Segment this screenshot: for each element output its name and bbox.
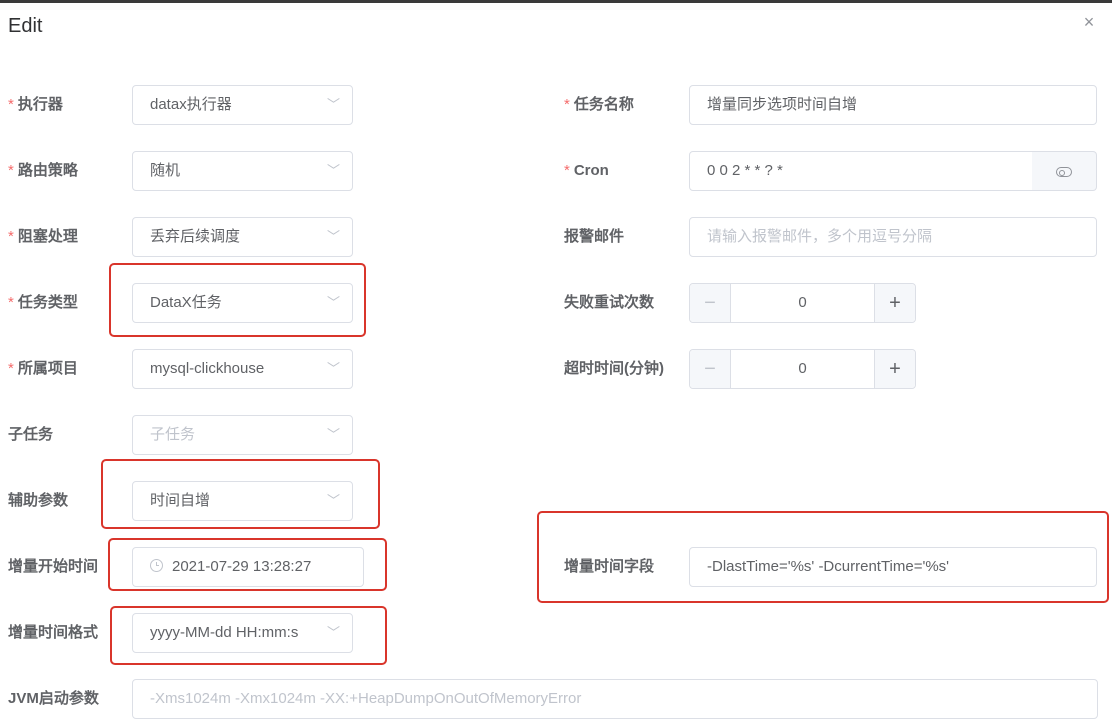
required-mark: * — [564, 162, 570, 179]
incr-field-input[interactable]: -DlastTime='%s' -DcurrentTime='%s' — [689, 547, 1097, 587]
route-label: * 路由策略 — [8, 162, 78, 179]
retry-value[interactable]: 0 — [731, 284, 874, 322]
aux-param-select[interactable]: 时间自增 ﹀ — [132, 481, 353, 521]
subtask-select[interactable]: 子任务 ﹀ — [132, 415, 353, 455]
timeout-label: 超时时间(分钟) — [564, 360, 664, 377]
project-label: * 所属项目 — [8, 360, 78, 377]
required-mark: * — [8, 96, 14, 113]
cron-input[interactable]: 0 0 2 * * ? * — [689, 151, 1033, 191]
required-mark: * — [564, 96, 570, 113]
jvm-label: JVM启动参数 — [8, 690, 99, 707]
minus-icon[interactable]: − — [690, 350, 731, 388]
subtask-label: 子任务 — [8, 426, 54, 443]
alarm-email-label: 报警邮件 — [564, 228, 625, 245]
task-name-label: * 任务名称 — [564, 96, 634, 113]
incr-format-select[interactable]: yyyy-MM-dd HH:mm:s ﹀ — [132, 613, 353, 653]
chevron-down-icon: ﹀ — [326, 97, 340, 112]
retry-stepper[interactable]: − 0 + — [689, 283, 916, 323]
chevron-down-icon: ﹀ — [326, 625, 340, 640]
toggle-icon — [1056, 167, 1072, 177]
required-mark: * — [8, 228, 14, 245]
project-select[interactable]: mysql-clickhouse ﹀ — [132, 349, 353, 389]
window-top-border — [0, 0, 1112, 3]
incr-start-datetime-input[interactable]: 2021-07-29 13:28:27 — [132, 547, 364, 587]
chevron-down-icon: ﹀ — [326, 229, 340, 244]
chevron-down-icon: ﹀ — [326, 295, 340, 310]
executor-label: * 执行器 — [8, 96, 63, 113]
task-type-select[interactable]: DataX任务 ﹀ — [132, 283, 353, 323]
required-mark: * — [8, 360, 14, 377]
clock-icon — [150, 558, 163, 572]
incr-field-label: 增量时间字段 — [564, 558, 655, 575]
cron-label: * Cron — [564, 162, 609, 179]
chevron-down-icon: ﹀ — [326, 163, 340, 178]
block-strategy-select[interactable]: 丢弃后续调度 ﹀ — [132, 217, 353, 257]
executor-select[interactable]: datax执行器 ﹀ — [132, 85, 353, 125]
jvm-params-input[interactable]: -Xms1024m -Xmx1024m -XX:+HeapDumpOnOutOf… — [132, 679, 1098, 719]
required-mark: * — [8, 162, 14, 179]
task-type-label: * 任务类型 — [8, 294, 78, 311]
required-mark: * — [8, 294, 14, 311]
alarm-email-input[interactable]: 请输入报警邮件，多个用逗号分隔 — [689, 217, 1097, 257]
chevron-down-icon: ﹀ — [326, 427, 340, 442]
plus-icon[interactable]: + — [874, 350, 915, 388]
dialog-title: Edit — [8, 15, 43, 37]
task-name-input[interactable]: 增量同步选项时间自增 — [689, 85, 1097, 125]
chevron-down-icon: ﹀ — [326, 361, 340, 376]
cron-editor-button[interactable] — [1032, 151, 1097, 191]
block-label: * 阻塞处理 — [8, 228, 78, 245]
incr-start-label: 增量开始时间 — [8, 558, 99, 575]
retry-label: 失败重试次数 — [564, 294, 655, 311]
aux-param-label: 辅助参数 — [8, 492, 69, 509]
plus-icon[interactable]: + — [874, 284, 915, 322]
chevron-down-icon: ﹀ — [326, 493, 340, 508]
close-icon[interactable]: × — [1079, 12, 1099, 32]
minus-icon[interactable]: − — [690, 284, 731, 322]
route-select[interactable]: 随机 ﹀ — [132, 151, 353, 191]
incr-format-label: 增量时间格式 — [8, 624, 99, 641]
timeout-value[interactable]: 0 — [731, 350, 874, 388]
timeout-stepper[interactable]: − 0 + — [689, 349, 916, 389]
